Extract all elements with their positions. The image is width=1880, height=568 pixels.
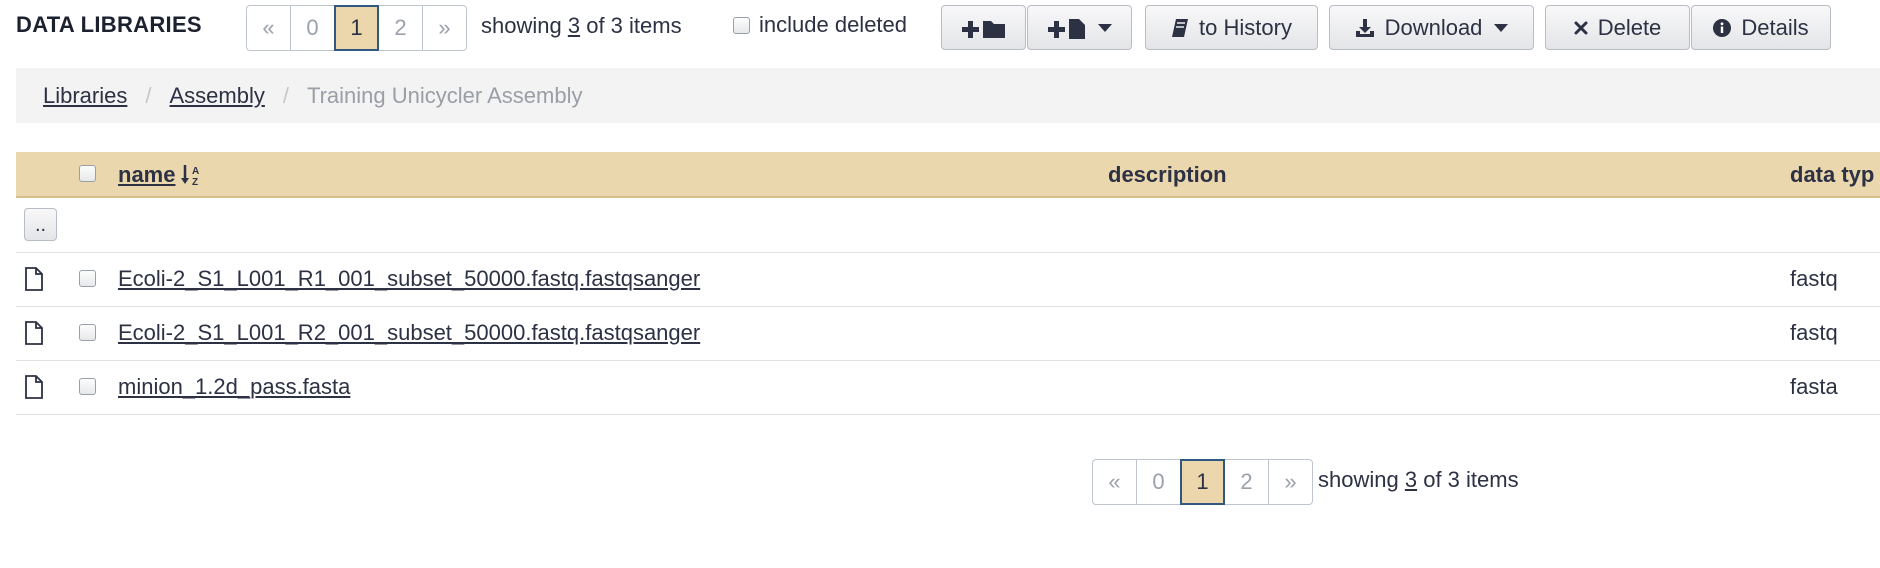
pager-info-suffix: of 3 items [1423,467,1519,492]
dataset-data-type: fasta [1790,374,1838,399]
plus-file-icon [1047,18,1085,39]
row-checkbox[interactable] [79,324,96,341]
pager-last-button[interactable]: » [1268,459,1313,505]
add-dataset-dropdown-button[interactable] [1027,5,1132,50]
sort-alpha-asc-icon: A Z [181,165,200,187]
dataset-name-link[interactable]: Ecoli-2_S1_L001_R2_001_subset_50000.fast… [118,320,700,346]
caret-down-icon [1097,23,1112,32]
pager-first-button[interactable]: « [246,5,290,51]
bottom-pager: « 0 1 2 » [1092,459,1313,505]
plus-folder-icon [961,20,1005,38]
details-button[interactable]: Details [1691,5,1831,50]
add-folder-button[interactable] [941,5,1026,50]
download-dropdown-button[interactable]: Download [1329,5,1534,50]
table-row: Ecoli-2_S1_L001_R2_001_subset_50000.fast… [16,307,1880,361]
pager-page-2[interactable]: 2 [1225,459,1268,505]
to-history-label: to History [1199,14,1292,40]
column-header-data-type: data typ [1790,162,1875,187]
parent-folder-button[interactable]: .. [24,208,57,241]
breadcrumb-libraries-link[interactable]: Libraries [43,83,127,109]
column-header-description: description [1108,162,1227,187]
table-row: minion_1.2d_pass.fasta fasta [16,361,1880,415]
caret-down-icon [1494,23,1509,32]
file-icon [25,321,43,345]
dataset-data-type: fastq [1790,266,1838,291]
pager-info-prefix: showing [481,13,562,38]
times-icon [1574,21,1588,34]
delete-button[interactable]: Delete [1545,5,1690,50]
pager-page-2[interactable]: 2 [379,5,422,51]
pager-page-1[interactable]: 1 [334,5,379,51]
breadcrumb-separator: / [282,82,289,108]
pager-page-1[interactable]: 1 [1180,459,1225,505]
breadcrumb-current: Training Unicycler Assembly [306,82,583,108]
pager-last-button[interactable]: » [422,5,467,51]
row-checkbox[interactable] [79,378,96,395]
delete-label: Delete [1597,14,1662,40]
pager-page-0[interactable]: 0 [290,5,334,51]
column-header-name[interactable]: name A Z [118,162,203,188]
breadcrumb-assembly-link[interactable]: Assembly [170,83,265,109]
details-label: Details [1741,14,1809,40]
svg-text:A: A [192,166,199,177]
pager-info-count[interactable]: 3 [568,13,580,38]
breadcrumb: Libraries / Assembly / Training Unicycle… [16,68,1880,123]
pager-info-count[interactable]: 3 [1405,467,1417,492]
pager-info-suffix: of 3 items [586,13,682,38]
dataset-name-link[interactable]: Ecoli-2_S1_L001_R1_001_subset_50000.fast… [118,266,700,292]
page-title: DATA LIBRARIES [16,12,202,37]
file-icon [25,267,43,291]
row-checkbox[interactable] [79,270,96,287]
table-row: Ecoli-2_S1_L001_R1_001_subset_50000.fast… [16,253,1880,307]
select-all-checkbox[interactable] [79,165,96,182]
download-icon [1355,18,1374,37]
dataset-name-link[interactable]: minion_1.2d_pass.fasta [118,374,350,400]
table-header: name A Z description data typ [16,152,1880,198]
include-deleted-toggle[interactable]: include deleted [733,12,907,38]
top-pager: « 0 1 2 » [246,5,467,51]
info-circle-icon [1713,18,1732,37]
download-label: Download [1384,14,1483,40]
book-icon [1172,18,1189,37]
file-icon [25,375,43,399]
include-deleted-checkbox[interactable] [733,16,750,34]
pager-page-0[interactable]: 0 [1136,459,1180,505]
table-row-parent: .. [16,199,1880,253]
breadcrumb-separator: / [145,82,152,108]
svg-text:Z: Z [192,177,198,187]
bottom-pager-info: showing 3 of 3 items [1318,467,1519,493]
pager-info-prefix: showing [1318,467,1399,492]
top-pager-info: showing 3 of 3 items [481,13,682,39]
include-deleted-label: include deleted [759,12,908,37]
dataset-data-type: fastq [1790,320,1838,345]
pager-first-button[interactable]: « [1092,459,1136,505]
column-name-label: name [118,162,176,187]
to-history-button[interactable]: to History [1145,5,1318,50]
